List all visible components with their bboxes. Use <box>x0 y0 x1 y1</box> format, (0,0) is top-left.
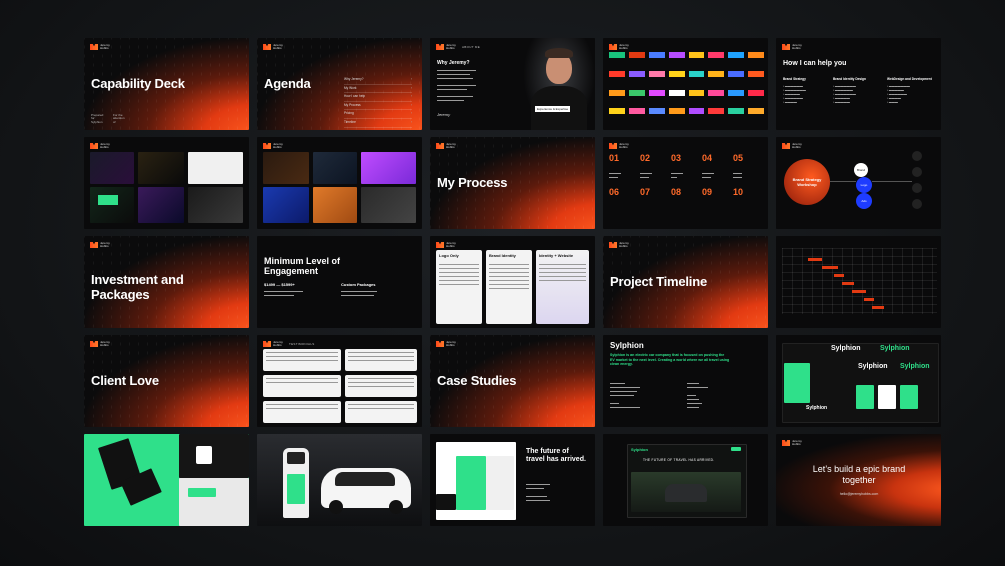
slide-why-jeremy[interactable]: Jeremy Hobbs ABOUT ME Why Jeremy? ▬▬▬▬▬▬… <box>430 38 595 130</box>
workshop-circle: Brand Strategy Workshop <box>784 159 830 205</box>
slide-title: Client Love <box>91 373 159 388</box>
slide-title: Case Studies <box>437 373 517 388</box>
slide-agenda[interactable]: Jeremy Hobbs Agenda Why Jeremy?My WorkHo… <box>257 38 422 130</box>
slide-my-process[interactable]: Jeremy Hobbs My Process <box>430 137 595 229</box>
slide-capability-deck[interactable]: Jeremy Hobbs Capability Deck Prepared fo… <box>84 38 249 130</box>
package-card: Identity + Website <box>536 250 589 324</box>
slide-grid: Jeremy Hobbs Capability Deck Prepared fo… <box>84 38 941 526</box>
slide-work-gallery-2[interactable]: Jeremy Hobbs <box>257 137 422 229</box>
slide-title: Capability Deck <box>91 76 185 91</box>
slide-how-i-can-help[interactable]: Jeremy Hobbs How I can help you Brand St… <box>776 38 941 130</box>
slide-project-timeline[interactable]: Jeremy Hobbs Project Timeline <box>603 236 768 328</box>
slide-process-steps[interactable]: Jeremy Hobbs 01 02 03 04 05 ▬▬▬▬ ▬▬▬ ▬▬▬▬ ▬▬▬ ▬▬… <box>603 137 768 229</box>
slide-work-gallery-1[interactable]: Jeremy Hobbs <box>84 137 249 229</box>
slide-package-cards[interactable]: Jeremy Hobbs Logo Only Brand Identity Id… <box>430 236 595 328</box>
process-grid: 01 02 03 04 05 ▬▬▬▬ ▬▬▬ ▬▬▬▬ ▬▬▬ ▬▬▬▬ ▬▬ ▬▬▬▬ ▬▬▬ ▬▬… <box>609 153 744 197</box>
slide-client-love[interactable]: Jeremy Hobbs Client Love <box>84 335 249 427</box>
slide-title: Sylphion <box>610 341 644 350</box>
slide-lets-build[interactable]: Jeremy Hobbs Let’s build a epic brand to… <box>776 434 941 526</box>
slide-title: My Process <box>437 175 508 190</box>
slide-website-mockup[interactable]: Sylphion THE FUTURE OF TRAVEL HAS ARRIVE… <box>603 434 768 526</box>
gantt-grid <box>782 248 937 314</box>
slide-title: Project Timeline <box>610 274 707 289</box>
slide-brand-colors[interactable]: The future of travel has arrived. ▬▬▬▬▬▬… <box>430 434 595 526</box>
deck-overview: Jeremy Hobbs Capability Deck Prepared fo… <box>0 0 1005 566</box>
slide-case-studies[interactable]: Jeremy Hobbs Case Studies <box>430 335 595 427</box>
slide-sylphion-logos[interactable]: Sylphion Sylphion Sylphion Sylphion Sylp… <box>776 335 941 427</box>
package-card: Brand Identity <box>486 250 532 324</box>
experience-badge: Experience & Expertise <box>535 106 571 112</box>
portrait-photo: Experience & Expertise <box>523 38 595 130</box>
slide-title: How I can help you <box>783 60 847 67</box>
slide-title: Minimum Level of Engagement <box>264 256 341 276</box>
logo-wall <box>609 52 764 124</box>
slide-stationery-mockup[interactable] <box>84 434 249 526</box>
package-card: Logo Only <box>436 250 482 324</box>
slide-title: Let’s build a epic brand together <box>812 464 906 485</box>
slide-minimum-engagement[interactable]: Minimum Level of Engagement $1499 — $159… <box>257 236 422 328</box>
agenda-list: Why Jeremy?My WorkHow I can helpMy Proce… <box>344 76 412 128</box>
slide-gantt[interactable] <box>776 236 941 328</box>
slide-testimonials[interactable]: Jeremy Hobbs TESTIMONIALS <box>257 335 422 427</box>
slide-title: Investment and Packages <box>91 272 184 302</box>
brand-logo: Jeremy Hobbs <box>90 44 114 50</box>
slide-workshop-diagram[interactable]: Jeremy Hobbs Brand Strategy Workshop Bra… <box>776 137 941 229</box>
slide-client-logos[interactable]: Jeremy Hobbs <box>603 38 768 130</box>
slide-sylphion-intro[interactable]: Sylphion Sylphion is an electric car com… <box>603 335 768 427</box>
slide-investment[interactable]: Jeremy Hobbs Investment and Packages <box>84 236 249 328</box>
slide-title: Agenda <box>264 76 311 91</box>
slide-charger-car[interactable] <box>257 434 422 526</box>
